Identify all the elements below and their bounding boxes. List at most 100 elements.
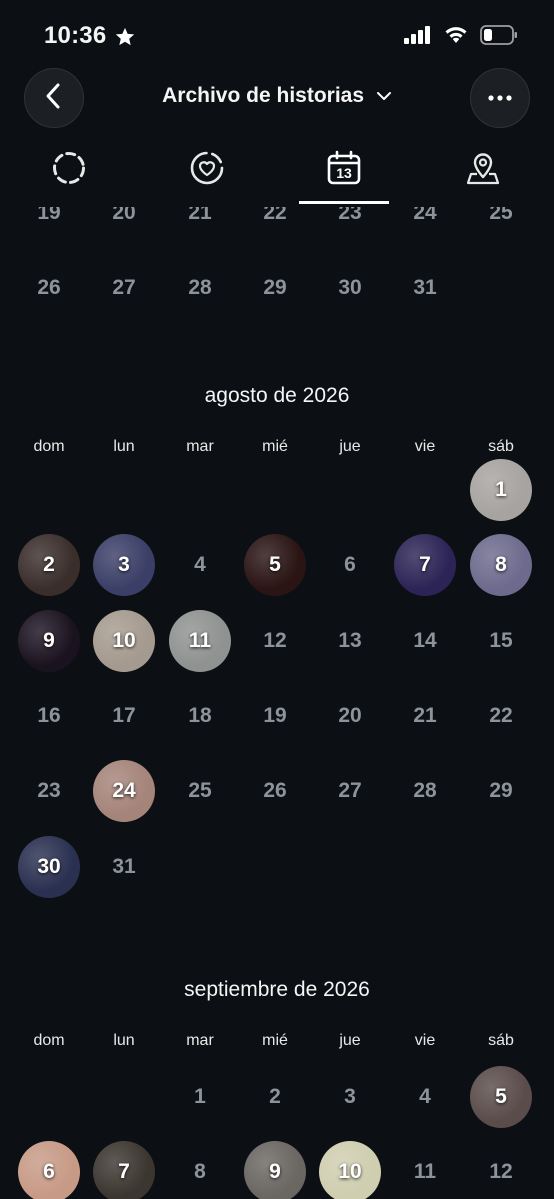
day-number: 14 [413, 628, 437, 652]
wifi-icon [444, 26, 468, 49]
day-number: 12 [489, 1160, 513, 1184]
day-number: 28 [188, 276, 212, 300]
story-day[interactable]: 3 [91, 532, 157, 598]
calendar-day: 27 [91, 255, 157, 321]
calendar-day: 12 [468, 1139, 534, 1199]
tab-calendar[interactable]: 13 [299, 150, 389, 206]
day-number: 4 [419, 1085, 431, 1108]
story-day[interactable]: 2 [16, 532, 82, 598]
archive-tabs: 13 [0, 150, 554, 206]
day-number: 23 [338, 207, 362, 224]
calendar-day: 27 [317, 758, 383, 824]
calendar-scroll[interactable]: 19 20 21 22 23 24 25 26 27 28 29 30 31 agosto de 2026… [0, 207, 554, 1199]
day-number: 29 [263, 276, 287, 300]
calendar-day: 11 [392, 1139, 458, 1199]
weekday-label: mar [186, 438, 214, 455]
calendar-day: 31 [91, 834, 157, 900]
story-day[interactable]: 8 [468, 532, 534, 598]
story-day[interactable]: 11 [167, 608, 233, 674]
weekday-label: mar [186, 1032, 214, 1049]
day-number: 24 [112, 779, 136, 803]
day-number: 17 [112, 703, 136, 727]
story-day[interactable]: 9 [242, 1139, 308, 1199]
map-pin-icon [465, 150, 501, 206]
calendar-day: 29 [468, 758, 534, 824]
tab-highlights[interactable] [162, 150, 252, 206]
weekday-label: jue [339, 438, 361, 455]
dashed-circle-icon [51, 150, 87, 206]
day-number: 8 [194, 1160, 206, 1184]
tab-stories[interactable] [24, 150, 114, 206]
calendar-icon-text: 13 [336, 165, 352, 181]
story-day[interactable]: 30 [16, 834, 82, 900]
story-day[interactable]: 9 [16, 608, 82, 674]
weekday-label: mié [262, 1032, 288, 1049]
calendar-day: 4 [167, 532, 233, 598]
more-options-button[interactable] [470, 68, 530, 128]
day-number: 28 [413, 779, 437, 803]
story-day[interactable]: 24 [91, 758, 157, 824]
story-day[interactable]: 5 [242, 532, 308, 598]
day-number: 10 [338, 1160, 362, 1184]
more-horizontal-icon [487, 89, 513, 107]
calendar-day: 28 [167, 255, 233, 321]
day-number: 10 [112, 628, 136, 652]
day-number: 6 [344, 553, 356, 577]
day-number: 8 [495, 553, 507, 577]
calendar-day: 14 [392, 608, 458, 674]
calendar-day: 25 [167, 758, 233, 824]
calendar-day: 18 [167, 683, 233, 749]
day-number: 20 [338, 703, 362, 727]
day-number: 23 [37, 779, 61, 803]
calendar-day: 20 [317, 683, 383, 749]
weekday-label: sáb [488, 1032, 514, 1049]
day-number: 19 [37, 207, 61, 224]
calendar-day: 12 [242, 608, 308, 674]
day-number: 25 [188, 779, 212, 803]
day-number: 2 [269, 1085, 281, 1108]
calendar-day: 6 [317, 532, 383, 598]
weekday-label: mié [262, 438, 288, 455]
day-number: 24 [413, 207, 437, 224]
calendar-day: 21 [167, 207, 233, 246]
calendar-13-icon: 13 [326, 150, 362, 186]
day-number: 1 [194, 1085, 206, 1108]
battery-icon [480, 25, 518, 50]
weekday-label: lun [113, 438, 135, 455]
day-number: 30 [338, 276, 362, 300]
weekday-label: lun [113, 1032, 135, 1049]
calendar-day: 23 [16, 758, 82, 824]
day-number: 12 [263, 628, 287, 652]
story-day[interactable]: 5 [468, 1064, 534, 1130]
day-number: 7 [118, 1160, 130, 1184]
day-number: 3 [118, 553, 130, 577]
story-day[interactable]: 7 [392, 532, 458, 598]
day-number: 21 [413, 703, 437, 727]
calendar-day: 28 [392, 758, 458, 824]
story-day[interactable]: 6 [16, 1139, 82, 1199]
story-day[interactable]: 10 [317, 1139, 383, 1199]
calendar-day: 2 [242, 1064, 308, 1130]
day-number: 26 [37, 276, 61, 300]
day-number: 19 [263, 703, 287, 727]
day-number: 30 [37, 854, 61, 878]
month-title: septiembre de 2026 [184, 978, 370, 1001]
calendar-day: 3 [317, 1064, 383, 1130]
weekday-label: vie [414, 1032, 436, 1049]
story-day[interactable]: 1 [468, 457, 534, 523]
story-day[interactable]: 7 [91, 1139, 157, 1199]
day-number: 3 [344, 1085, 356, 1108]
calendar-day: 30 [317, 255, 383, 321]
calendar-day: 22 [468, 683, 534, 749]
day-number: 21 [188, 207, 212, 224]
weekday-label: sáb [488, 438, 514, 455]
day-number: 22 [489, 703, 513, 727]
calendar-day: 15 [468, 608, 534, 674]
signal-icon [404, 26, 432, 49]
tab-map[interactable] [438, 150, 528, 206]
month-title: agosto de 2026 [204, 384, 350, 407]
story-day[interactable]: 10 [91, 608, 157, 674]
day-number: 9 [269, 1160, 281, 1184]
weekday-label: jue [339, 1032, 361, 1049]
chevron-down-icon [376, 84, 392, 108]
